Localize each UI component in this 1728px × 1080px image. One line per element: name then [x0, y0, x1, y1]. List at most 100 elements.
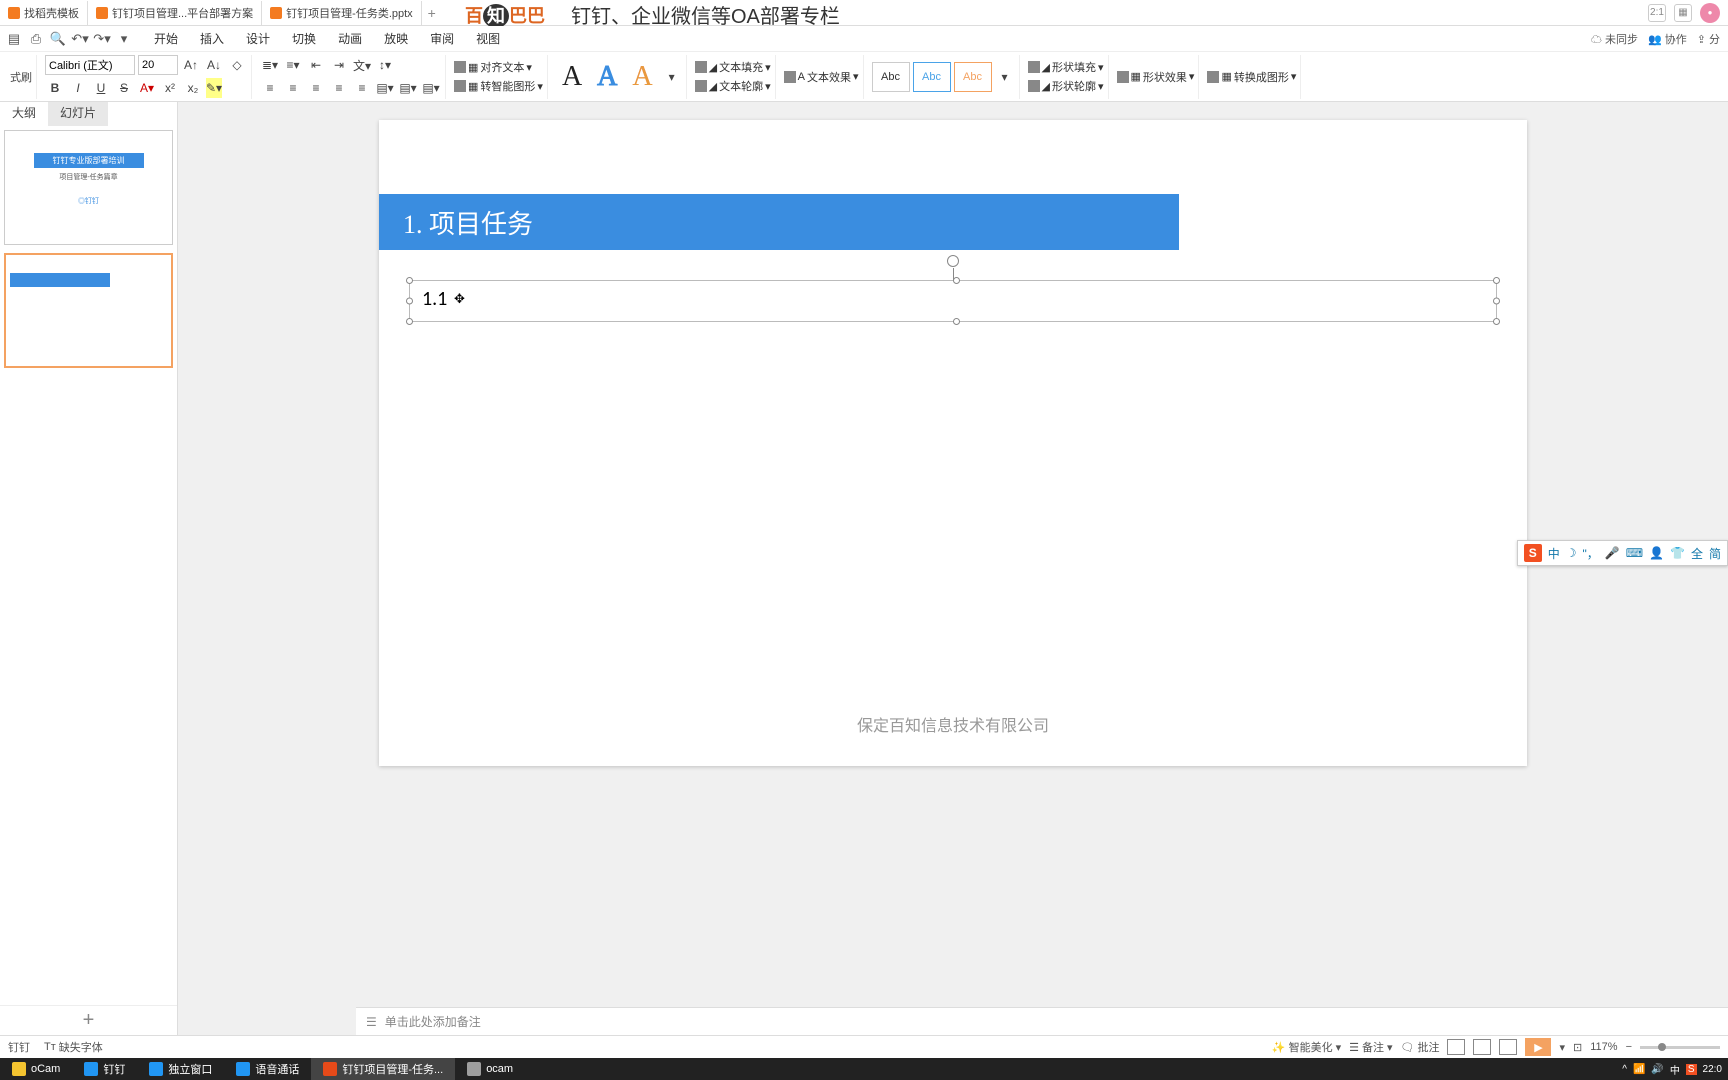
ime-full[interactable]: 全: [1691, 545, 1703, 562]
strikethrough-button[interactable]: S: [114, 78, 134, 98]
smart-beautify-button[interactable]: ✨ 智能美化 ▾: [1272, 1039, 1341, 1055]
zoom-slider[interactable]: [1640, 1046, 1720, 1049]
shape-effect-button[interactable]: ▦ 形状效果▾: [1117, 69, 1195, 85]
print-icon[interactable]: ⎙: [28, 31, 44, 47]
highlight-button[interactable]: ✎▾: [206, 78, 222, 98]
convert-smart-shape-button[interactable]: ▦ 转智能图形▾: [454, 78, 543, 94]
slides-tab[interactable]: 幻灯片: [48, 102, 108, 126]
zoom-out-button[interactable]: −: [1626, 1041, 1632, 1053]
underline-button[interactable]: U: [91, 78, 111, 98]
collab-button[interactable]: 👥 协作: [1648, 31, 1687, 47]
resize-handle-n[interactable]: [953, 277, 960, 284]
tray-up-icon[interactable]: ^: [1622, 1064, 1627, 1075]
ime-keyboard-icon[interactable]: ⌨: [1626, 546, 1643, 560]
text-fill-button[interactable]: ◢ 文本填充▾: [695, 59, 771, 75]
shape-outline-button[interactable]: ◢ 形状轮廓▾: [1028, 78, 1104, 94]
font-family-select[interactable]: [45, 55, 135, 75]
font-color-button[interactable]: A▾: [137, 78, 157, 98]
shape-fill-button[interactable]: ◢ 形状填充▾: [1028, 59, 1104, 75]
slideshow-play-button[interactable]: ▶: [1525, 1038, 1551, 1056]
view-normal-icon[interactable]: [1447, 1039, 1465, 1055]
task-dingtalk[interactable]: 钉钉: [72, 1058, 137, 1080]
view-sorter-icon[interactable]: [1473, 1039, 1491, 1055]
qat-dropdown-icon[interactable]: ▾: [116, 31, 132, 47]
redo-icon[interactable]: ↷▾: [94, 31, 110, 47]
ime-punct-icon[interactable]: "，: [1583, 545, 1599, 562]
spacing-button[interactable]: ▤▾: [421, 78, 441, 98]
apps-icon[interactable]: ▦: [1674, 4, 1692, 22]
align-center-button[interactable]: ≡: [283, 78, 303, 98]
resize-handle-e[interactable]: [1493, 298, 1500, 305]
sync-status[interactable]: ☁ 未同步: [1591, 31, 1638, 47]
menu-animation[interactable]: 动画: [328, 28, 372, 49]
bold-button[interactable]: B: [45, 78, 65, 98]
menu-design[interactable]: 设计: [236, 28, 280, 49]
tab-doc-1[interactable]: 钉钉项目管理...平台部署方案: [88, 1, 262, 25]
add-slide-button[interactable]: +: [0, 1005, 177, 1035]
distribute-button[interactable]: ≡: [352, 78, 372, 98]
slide-title-box[interactable]: 1. 项目任务: [379, 194, 1179, 250]
tray-sogou-icon[interactable]: S: [1686, 1064, 1697, 1075]
text-direction-button[interactable]: 文▾: [352, 55, 372, 75]
text-style-solid[interactable]: A: [556, 61, 588, 93]
text-outline-button[interactable]: ◢ 文本轮廓▾: [695, 78, 771, 94]
resize-handle-w[interactable]: [406, 298, 413, 305]
tray-time[interactable]: 22:0: [1703, 1064, 1722, 1075]
undo-icon[interactable]: ↶▾: [72, 31, 88, 47]
user-avatar[interactable]: ●: [1700, 3, 1720, 23]
task-voice-call[interactable]: 语音通话: [224, 1058, 311, 1080]
align-justify-button[interactable]: ≡: [329, 78, 349, 98]
ime-user-icon[interactable]: 👤: [1649, 546, 1664, 560]
review-toggle-button[interactable]: 🗨 批注: [1401, 1039, 1440, 1055]
shape-preset-more[interactable]: ▾: [995, 67, 1015, 87]
content-textbox[interactable]: 1.1 ✥: [409, 280, 1497, 322]
share-button[interactable]: ⇪ 分: [1697, 31, 1720, 47]
resize-handle-ne[interactable]: [1493, 277, 1500, 284]
resize-handle-se[interactable]: [1493, 318, 1500, 325]
ime-toolbar[interactable]: S 中 ☽ "， 🎤 ⌨ 👤 👕 全 简: [1517, 540, 1728, 566]
menu-insert[interactable]: 插入: [190, 28, 234, 49]
clear-format-icon[interactable]: ◇: [227, 55, 247, 75]
ime-skin-icon[interactable]: 👕: [1670, 546, 1685, 560]
columns-button[interactable]: ▤▾: [375, 78, 395, 98]
task-window[interactable]: 独立窗口: [137, 1058, 224, 1080]
superscript-button[interactable]: x²: [160, 78, 180, 98]
slide[interactable]: 1. 项目任务 1.1 ✥ 保定百知信息技术有限公司: [379, 120, 1527, 766]
bullets-button[interactable]: ≣▾: [260, 55, 280, 75]
zoom-fit-icon[interactable]: ⊡: [1573, 1041, 1582, 1054]
decrease-font-icon[interactable]: A↓: [204, 55, 224, 75]
resize-handle-s[interactable]: [953, 318, 960, 325]
text-style-outline[interactable]: A: [591, 61, 623, 93]
text-effect-button[interactable]: A 文本效果▾: [784, 69, 859, 85]
resize-handle-nw[interactable]: [406, 277, 413, 284]
ime-mic-icon[interactable]: 🎤: [1605, 546, 1620, 560]
task-ocam-folder[interactable]: oCam: [0, 1058, 72, 1080]
ime-moon-icon[interactable]: ☽: [1566, 546, 1577, 560]
shape-preset-3[interactable]: Abc: [954, 62, 992, 92]
tab-docer-templates[interactable]: 找稻壳模板: [0, 1, 88, 25]
outline-tab[interactable]: 大纲: [0, 102, 48, 126]
slide-thumb-1[interactable]: 钉钉专业版部署培训 项目管理-任务篇章 ◎钉钉: [4, 130, 173, 245]
slide-thumb-2[interactable]: [4, 253, 173, 368]
menu-view[interactable]: 视图: [466, 28, 510, 49]
subscript-button[interactable]: x₂: [183, 78, 203, 98]
notes-toggle-button[interactable]: ☰ 备注 ▾: [1349, 1039, 1392, 1055]
tray-lang[interactable]: 中: [1670, 1062, 1680, 1077]
tray-wifi-icon[interactable]: 📶: [1633, 1064, 1645, 1075]
format-painter[interactable]: 式刷: [10, 67, 32, 87]
new-doc-icon[interactable]: ▤: [6, 31, 22, 47]
convert-to-picture-button[interactable]: ▦ 转换成图形▾: [1207, 69, 1296, 85]
numbering-button[interactable]: ≡▾: [283, 55, 303, 75]
shape-preset-1[interactable]: Abc: [872, 62, 910, 92]
ime-jian[interactable]: 简: [1709, 545, 1721, 562]
layout-icon[interactable]: 2:1: [1648, 4, 1666, 22]
resize-handle-sw[interactable]: [406, 318, 413, 325]
shape-preset-2[interactable]: Abc: [913, 62, 951, 92]
notes-pane[interactable]: ☰ 单击此处添加备注: [356, 1007, 1728, 1035]
align-text-button[interactable]: ▦ 对齐文本▾: [454, 59, 543, 75]
new-tab-button[interactable]: +: [422, 5, 442, 21]
task-wps[interactable]: 钉钉项目管理-任务...: [311, 1058, 455, 1080]
system-tray[interactable]: ^ 📶 🔊 中 S 22:0: [1622, 1062, 1728, 1077]
menu-start[interactable]: 开始: [144, 28, 188, 49]
indent-button[interactable]: ▤▾: [398, 78, 418, 98]
